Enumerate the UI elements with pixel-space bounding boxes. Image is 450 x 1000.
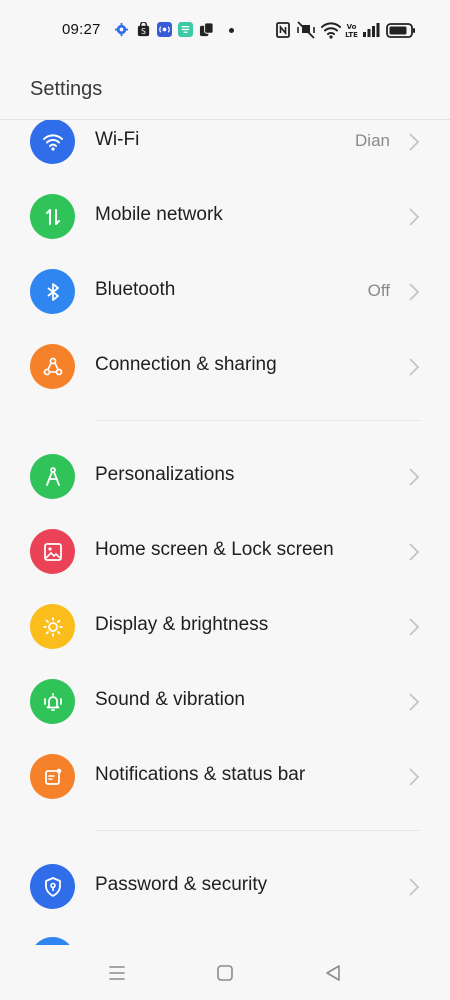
chevron-right-icon bbox=[409, 618, 420, 636]
settings-item-label: Connection & sharing bbox=[95, 354, 277, 375]
svg-text:Vo: Vo bbox=[347, 23, 357, 31]
notification-icon bbox=[30, 754, 75, 799]
settings-item-connection-sharing[interactable]: Connection & sharing bbox=[0, 329, 450, 404]
bluetooth-status: Off bbox=[367, 281, 390, 300]
svg-text:S: S bbox=[141, 27, 146, 36]
settings-item-label: Mobile network bbox=[95, 204, 223, 225]
chevron-right-icon bbox=[409, 693, 420, 711]
chevron-right-icon bbox=[409, 468, 420, 486]
header: Settings bbox=[0, 60, 450, 120]
shield-key-icon bbox=[30, 864, 75, 909]
volte-icon: Vo LTE bbox=[345, 23, 358, 39]
dual-window-icon bbox=[199, 22, 214, 37]
chevron-right-icon bbox=[409, 543, 420, 561]
chevron-right-icon bbox=[409, 283, 420, 301]
settings-item-label: Bluetooth bbox=[95, 279, 176, 300]
status-time: 09:27 bbox=[62, 21, 101, 38]
wifi-icon bbox=[30, 120, 75, 164]
settings-item-mobile-network[interactable]: Mobile network bbox=[0, 179, 450, 254]
chevron-right-icon bbox=[409, 358, 420, 376]
back-icon[interactable] bbox=[322, 962, 344, 984]
settings-item-wifi[interactable]: Wi-Fi Dian bbox=[0, 120, 450, 179]
chevron-right-icon bbox=[409, 133, 420, 151]
settings-item-display-brightness[interactable]: Display & brightness bbox=[0, 589, 450, 664]
signal-icon bbox=[363, 23, 380, 37]
partial-next-item-icon bbox=[30, 937, 75, 945]
settings-item-label: Notifications & status bar bbox=[95, 764, 306, 785]
settings-item-bluetooth[interactable]: Bluetooth Off bbox=[0, 254, 450, 329]
settings-item-label: Password & security bbox=[95, 874, 268, 895]
connection-sharing-icon bbox=[30, 344, 75, 389]
home-icon[interactable] bbox=[214, 962, 236, 984]
chevron-right-icon bbox=[409, 208, 420, 226]
app-icon bbox=[178, 22, 193, 37]
settings-item-sound-vibration[interactable]: Sound & vibration bbox=[0, 664, 450, 739]
wifi-icon bbox=[321, 22, 341, 39]
group-divider bbox=[95, 830, 420, 831]
settings-item-label: Home screen & Lock screen bbox=[95, 539, 334, 560]
mute-vibrate-icon bbox=[297, 21, 315, 39]
settings-item-home-lock-screen[interactable]: Home screen & Lock screen bbox=[0, 514, 450, 589]
chevron-right-icon bbox=[409, 878, 420, 896]
shop-bag-icon: S bbox=[137, 22, 150, 36]
settings-item-personalizations[interactable]: Personalizations bbox=[0, 439, 450, 514]
chevron-right-icon bbox=[409, 768, 420, 786]
radio-icon bbox=[157, 22, 172, 37]
battery-icon bbox=[386, 23, 415, 38]
settings-item-password-security[interactable]: Password & security bbox=[0, 849, 450, 924]
gear-icon bbox=[114, 22, 129, 37]
navigation-bar bbox=[0, 945, 450, 1000]
settings-item-notifications-status-bar[interactable]: Notifications & status bar bbox=[0, 739, 450, 814]
nfc-icon bbox=[276, 22, 290, 38]
menu-icon[interactable] bbox=[106, 962, 128, 984]
settings-list[interactable]: Wi-Fi Dian Mobile network Bluetooth Off … bbox=[0, 120, 450, 945]
mobile-data-icon bbox=[30, 194, 75, 239]
brightness-icon bbox=[30, 604, 75, 649]
group-divider bbox=[95, 420, 420, 421]
settings-item-label: Display & brightness bbox=[95, 614, 269, 635]
personalization-icon bbox=[30, 454, 75, 499]
image-icon bbox=[30, 529, 75, 574]
bell-vibrate-icon bbox=[30, 679, 75, 724]
more-notifications-dot bbox=[229, 28, 234, 33]
settings-item-label: Wi-Fi bbox=[95, 129, 140, 150]
page-title: Settings bbox=[30, 78, 103, 100]
wifi-network-name: Dian bbox=[355, 131, 390, 150]
svg-text:LTE: LTE bbox=[345, 31, 358, 39]
settings-item-label: Sound & vibration bbox=[95, 689, 245, 710]
status-bar: 09:27 S Vo LTE bbox=[0, 0, 450, 60]
settings-item-label: Personalizations bbox=[95, 464, 235, 485]
bluetooth-icon bbox=[30, 269, 75, 314]
